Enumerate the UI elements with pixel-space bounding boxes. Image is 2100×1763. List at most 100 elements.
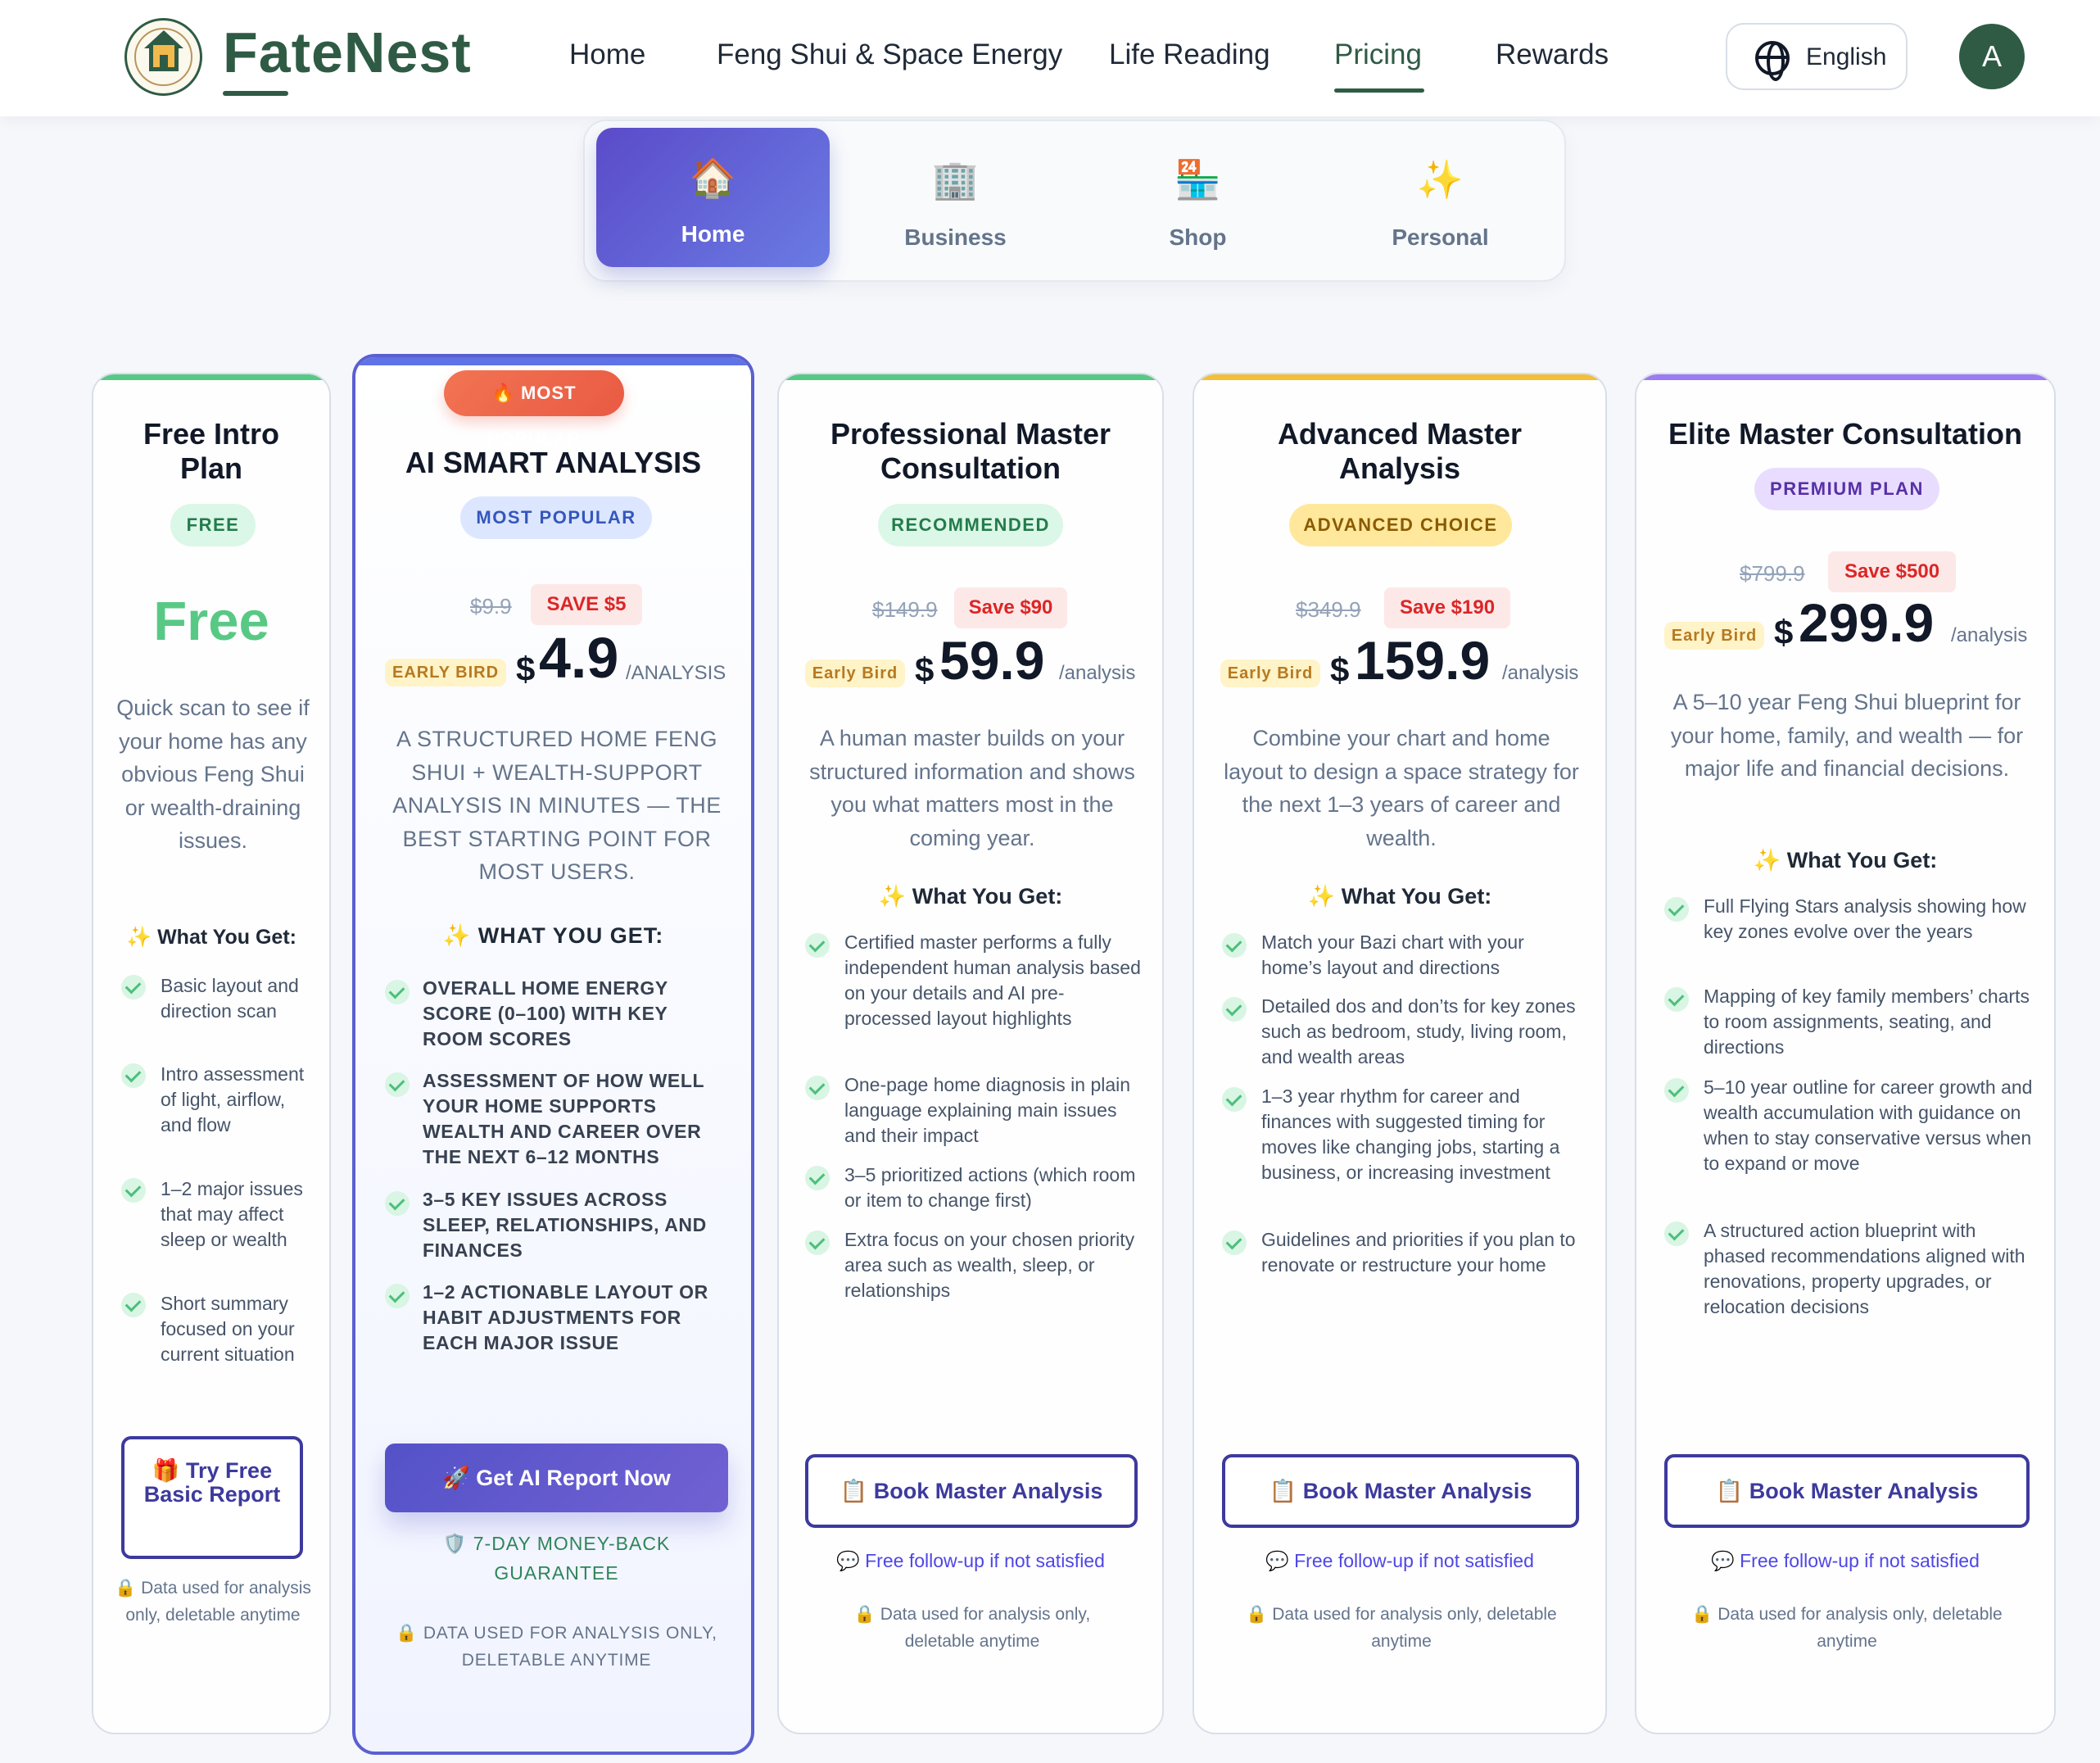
feature-item: Certified master performs a fully indepe… xyxy=(844,931,1141,1030)
currency-symbol: $ xyxy=(915,650,935,689)
plan-card-elite: Elite Master Consultation PREMIUM PLAN $… xyxy=(1635,373,2056,1734)
early-bird-badge: Early Bird xyxy=(805,659,905,687)
user-avatar[interactable]: A xyxy=(1959,24,2025,89)
discount-badge: Save $190 xyxy=(1384,587,1510,628)
check-icon xyxy=(805,1166,830,1190)
feature-item: Short summary focused on your current si… xyxy=(161,1293,295,1366)
early-bird-badge: Early Bird xyxy=(1220,659,1320,687)
floating-most-popular-badge: 🔥 MOST POPULAR xyxy=(444,370,624,449)
nav-pricing[interactable]: Pricing xyxy=(1334,38,1422,72)
check-icon xyxy=(1664,1078,1689,1103)
house-logo-icon[interactable] xyxy=(124,18,202,96)
language-label: English xyxy=(1806,43,1887,70)
plan-price: 4.9 xyxy=(539,626,619,690)
nav-life-reading[interactable]: Life Reading xyxy=(1109,38,1270,72)
privacy-note: 🔒 Data used for analysis only, deletable… xyxy=(1246,1605,1557,1651)
privacy-note: 🔒 DATA USED FOR ANALYSIS ONLY, DELETABLE… xyxy=(396,1624,717,1670)
segment-personal[interactable]: ✨ Personal xyxy=(1324,128,1557,267)
check-icon xyxy=(805,933,830,958)
nav-home[interactable]: Home xyxy=(569,38,645,72)
currency-symbol: $ xyxy=(516,650,536,688)
house-icon: 🏠 xyxy=(689,156,737,199)
check-icon xyxy=(805,1230,830,1255)
feature-item: 1–2 major issues that may affect sleep o… xyxy=(161,1178,303,1251)
check-icon xyxy=(121,975,146,999)
discount-badge: Save $500 xyxy=(1828,551,1956,592)
language-selector[interactable]: English xyxy=(1726,23,1908,90)
discount-badge: SAVE $5 xyxy=(531,584,642,625)
brand-underline xyxy=(223,91,288,96)
what-you-get-heading: ✨ What You Get: xyxy=(1307,884,1492,909)
early-bird-badge: EARLY BIRD xyxy=(385,659,506,687)
what-you-get-heading: ✨ WHAT YOU GET: xyxy=(442,923,664,948)
feature-item: Intro assessment of light, airflow, and … xyxy=(161,1063,305,1136)
active-nav-indicator xyxy=(1334,88,1424,93)
check-icon xyxy=(121,1178,146,1203)
globe-icon xyxy=(1755,41,1790,81)
plan-title: AI SMART ANALYSIS xyxy=(405,446,702,479)
segment-personal-label: Personal xyxy=(1392,224,1489,250)
check-icon xyxy=(385,1072,410,1097)
nav-rewards[interactable]: Rewards xyxy=(1496,38,1609,72)
feature-item: 1–2 ACTIONABLE LAYOUT OR HABIT ADJUSTMEN… xyxy=(423,1281,708,1354)
check-icon xyxy=(1222,933,1247,958)
money-back-guarantee: 🛡️ 7-DAY MONEY-BACK GUARANTEE xyxy=(442,1533,671,1584)
check-icon xyxy=(1664,1221,1689,1246)
feature-item: 3–5 prioritized actions (which room or i… xyxy=(844,1164,1136,1212)
plan-title: Advanced Master Analysis xyxy=(1277,417,1523,486)
try-free-basic-report-button[interactable]: 🎁 Try Free Basic Report xyxy=(121,1436,303,1559)
plan-badge: RECOMMENDED xyxy=(878,504,1063,546)
get-ai-report-now-button[interactable]: 🚀 Get AI Report Now xyxy=(385,1443,728,1512)
plan-description: A 5–10 year Feng Shui blueprint for your… xyxy=(1670,690,2024,781)
check-icon xyxy=(1664,987,1689,1012)
book-master-analysis-button[interactable]: 📋 Book Master Analysis xyxy=(1664,1454,2030,1528)
discount-badge: Save $90 xyxy=(954,587,1067,628)
what-you-get-heading: ✨ What You Get: xyxy=(126,926,296,949)
segment-business[interactable]: 🏢 Business xyxy=(839,128,1072,267)
currency-symbol: $ xyxy=(1330,650,1350,689)
office-building-icon: 🏢 xyxy=(931,158,980,201)
nav-feng-shui[interactable]: Feng Shui & Space Energy xyxy=(717,38,1062,72)
plan-description: A human master builds on your structured… xyxy=(809,726,1135,850)
feature-item: Basic layout and direction scan xyxy=(161,975,299,1022)
check-icon xyxy=(385,1284,410,1308)
check-icon xyxy=(385,980,410,1004)
segment-business-label: Business xyxy=(904,224,1007,250)
check-icon xyxy=(805,1076,830,1100)
feature-item: OVERALL HOME ENERGY SCORE (0–100) WITH K… xyxy=(423,977,668,1050)
property-type-selector: 🏠 Home 🏢 Business 🏪 Shop ✨ Personal xyxy=(583,120,1566,282)
free-follow-up-link[interactable]: 💬 Free follow-up if not satisfied xyxy=(1636,1549,2054,1574)
price-unit: /analysis xyxy=(1059,662,1136,684)
segment-shop[interactable]: 🏪 Shop xyxy=(1081,128,1315,267)
feature-item: A structured action blueprint with phase… xyxy=(1704,1220,2025,1318)
store-icon: 🏪 xyxy=(1174,158,1222,201)
feature-item: Mapping of key family members’ charts to… xyxy=(1704,986,2030,1058)
privacy-note: 🔒 Data used for analysis only, deletable… xyxy=(853,1605,1091,1651)
free-follow-up-link[interactable]: 💬 Free follow-up if not satisfied xyxy=(779,1549,1162,1574)
brand-name[interactable]: FateNest xyxy=(223,18,472,87)
check-icon xyxy=(1222,1087,1247,1112)
feature-item: 3–5 KEY ISSUES ACROSS SLEEP, RELATIONSHI… xyxy=(423,1189,707,1262)
segment-home[interactable]: 🏠 Home xyxy=(596,128,830,267)
book-master-analysis-button[interactable]: 📋 Book Master Analysis xyxy=(1222,1454,1579,1528)
plan-badge: FREE xyxy=(170,504,256,546)
price-unit: /analysis xyxy=(1502,662,1579,684)
old-price: $9.9 xyxy=(470,594,512,619)
plan-price: 159.9 xyxy=(1355,630,1491,691)
plan-card-advanced: Advanced Master Analysis ADVANCED CHOICE… xyxy=(1193,373,1607,1734)
currency-symbol: $ xyxy=(1774,613,1794,651)
privacy-note: 🔒 Data used for analysis only, deletable… xyxy=(1691,1605,2003,1651)
feature-item: 1–3 year rhythm for career and finances … xyxy=(1261,1085,1560,1184)
free-follow-up-link[interactable]: 💬 Free follow-up if not satisfied xyxy=(1194,1549,1605,1574)
feature-item: 5–10 year outline for career growth and … xyxy=(1704,1076,2033,1175)
feature-item: Extra focus on your chosen priority area… xyxy=(844,1229,1135,1302)
plan-badge: ADVANCED CHOICE xyxy=(1289,504,1512,546)
what-you-get-heading: ✨ What You Get: xyxy=(1753,848,1938,872)
check-icon xyxy=(121,1293,146,1317)
check-icon xyxy=(1222,997,1247,1022)
feature-item: Match your Bazi chart with your home’s l… xyxy=(1261,931,1524,979)
what-you-get-heading: ✨ What You Get: xyxy=(878,884,1063,909)
book-master-analysis-button[interactable]: 📋 Book Master Analysis xyxy=(805,1454,1138,1528)
plan-title: Elite Master Consultation xyxy=(1668,417,2023,451)
plan-card-free: Free Intro Plan FREE Free Quick scan to … xyxy=(92,373,331,1734)
